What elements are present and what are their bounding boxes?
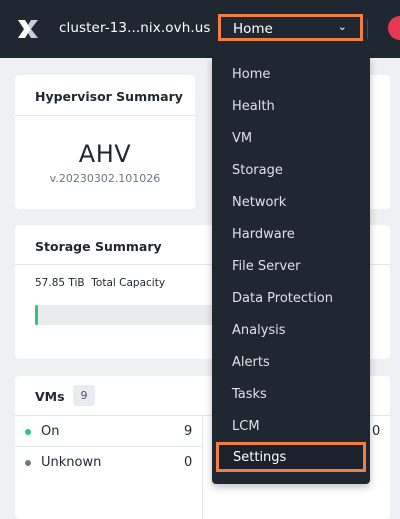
header-divider [367, 19, 368, 39]
menu-item-hardware[interactable]: Hardware [232, 227, 295, 242]
status-dot-on [25, 429, 31, 435]
menu-item-file-server[interactable]: File Server [232, 259, 301, 274]
menu-item-lcm[interactable]: LCM [232, 419, 260, 434]
hypervisor-version: v.20230302.101026 [49, 172, 161, 185]
menu-item-storage[interactable]: Storage [232, 163, 283, 178]
menu-item-tasks[interactable]: Tasks [232, 387, 267, 402]
vms-title: VMs [35, 389, 65, 404]
top-bar: cluster-13...nix.ovh.us Home ⌄ [0, 0, 400, 58]
nutanix-x-logo-icon[interactable] [16, 17, 40, 41]
chevron-down-icon: ⌄ [337, 20, 347, 33]
nav-dropdown-label: Home [233, 21, 273, 37]
nav-dropdown-menu: Home Health VM Storage Network Hardware … [212, 57, 370, 484]
nav-dropdown-button[interactable]: Home ⌄ [218, 14, 363, 41]
menu-item-alerts[interactable]: Alerts [232, 355, 270, 370]
menu-item-settings-label: Settings [233, 450, 287, 465]
hypervisor-summary-title: Hypervisor Summary [35, 89, 183, 104]
capacity-usage-fill [35, 305, 38, 325]
menu-item-vm[interactable]: VM [232, 131, 252, 146]
total-capacity: 57.85 TiB Total Capacity [35, 277, 165, 289]
right-column-value: 0 [372, 424, 381, 439]
capacity-usage-bar [35, 305, 215, 325]
hypervisor-name: AHV [78, 140, 132, 168]
capacity-label: Total Capacity [91, 277, 166, 289]
menu-item-analysis[interactable]: Analysis [232, 323, 286, 338]
vms-count-badge: 9 [73, 385, 95, 406]
menu-item-network[interactable]: Network [232, 195, 286, 210]
vm-status-unknown-count: 0 [184, 455, 193, 470]
storage-summary-title: Storage Summary [35, 239, 162, 254]
status-dot-unknown [25, 460, 31, 466]
cluster-name[interactable]: cluster-13...nix.ovh.us [59, 20, 211, 36]
vm-status-on-count: 9 [184, 424, 193, 439]
menu-item-home[interactable]: Home [232, 67, 270, 82]
menu-item-data-protection[interactable]: Data Protection [232, 291, 333, 306]
row-divider [15, 446, 202, 447]
card-divider [15, 115, 195, 116]
vm-status-on-label[interactable]: On [41, 424, 59, 439]
avatar[interactable] [388, 16, 400, 40]
menu-item-health[interactable]: Health [232, 99, 275, 114]
column-divider [202, 415, 203, 519]
capacity-value: 57.85 TiB [35, 277, 85, 289]
menu-item-settings[interactable]: Settings [216, 442, 366, 472]
vm-status-unknown-label[interactable]: Unknown [41, 455, 101, 470]
